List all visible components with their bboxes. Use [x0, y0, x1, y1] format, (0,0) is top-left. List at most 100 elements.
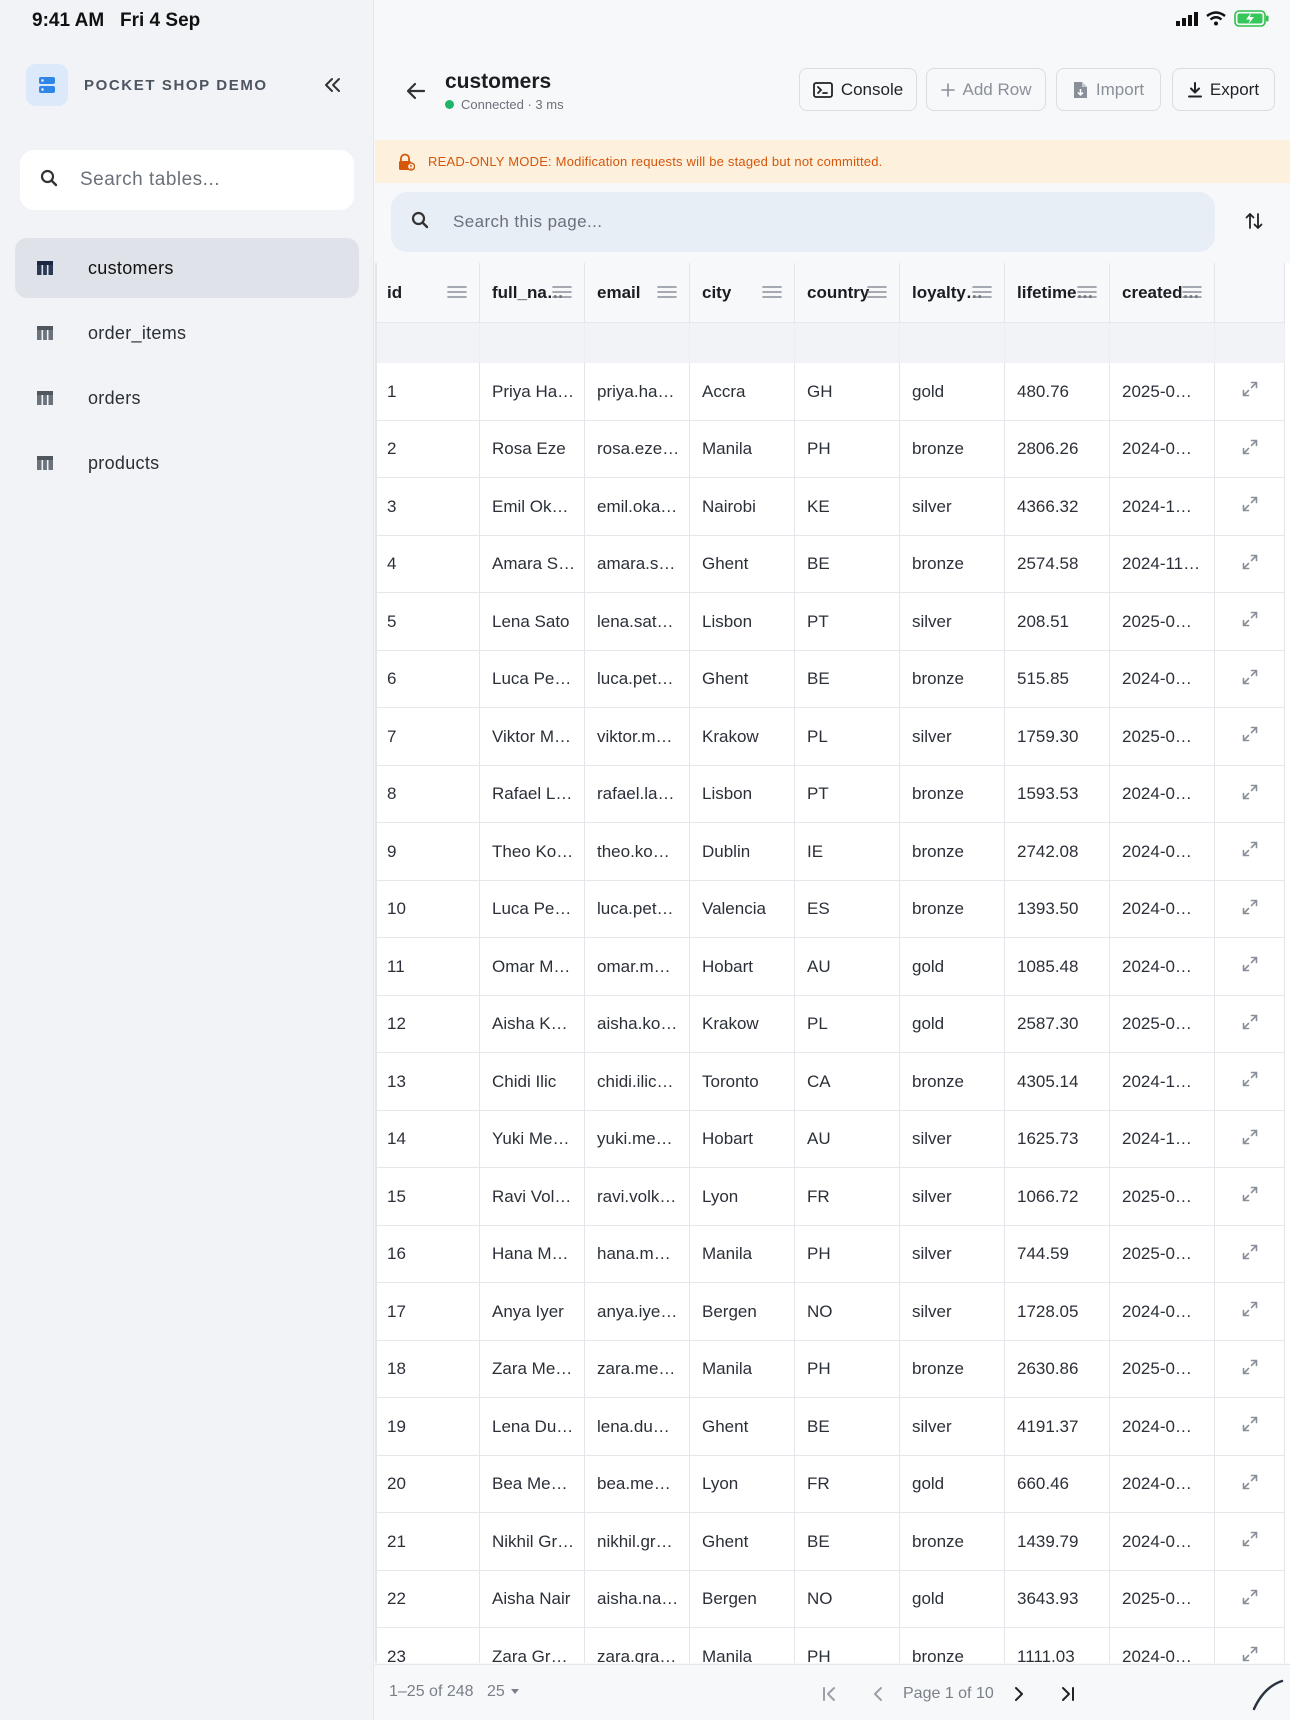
expand-row-button[interactable]	[1215, 1110, 1285, 1168]
table-cell[interactable]: Lisbon	[690, 593, 795, 651]
table-cell[interactable]: lena.du…	[585, 1398, 690, 1456]
table-cell[interactable]: 2024-0…	[1110, 880, 1215, 938]
table-cell[interactable]: omar.m…	[585, 938, 690, 996]
expand-row-button[interactable]	[1215, 1628, 1285, 1663]
table-cell[interactable]: 2024-0…	[1110, 420, 1215, 478]
table-cell[interactable]: luca.pet…	[585, 880, 690, 938]
table-cell[interactable]: GH	[795, 363, 900, 421]
column-header[interactable]: email	[585, 263, 690, 323]
filter-cell[interactable]	[375, 323, 480, 363]
table-cell[interactable]: hana.m…	[585, 1225, 690, 1283]
table-cell[interactable]: silver	[900, 478, 1005, 536]
table-row[interactable]: 8 Rafael L… rafael.la… Lisbon PT bronze 1593.5…	[375, 765, 1285, 823]
table-cell[interactable]: theo.ko…	[585, 823, 690, 881]
resize-handle[interactable]	[1250, 1677, 1284, 1716]
table-cell[interactable]: Ghent	[690, 1513, 795, 1571]
table-cell[interactable]: 1	[375, 363, 480, 421]
table-cell[interactable]: Hana Me…	[480, 1225, 585, 1283]
back-button[interactable]	[401, 76, 431, 106]
column-header[interactable]: lifetime…	[1005, 263, 1110, 323]
table-cell[interactable]: BE	[795, 535, 900, 593]
table-cell[interactable]: nikhil.gr…	[585, 1513, 690, 1571]
table-cell[interactable]: 4191.37	[1005, 1398, 1110, 1456]
expand-row-button[interactable]	[1215, 420, 1285, 478]
column-menu-icon[interactable]	[552, 284, 572, 304]
column-menu-icon[interactable]	[1182, 284, 1202, 304]
table-cell[interactable]: 2806.26	[1005, 420, 1110, 478]
table-cell[interactable]: 1625.73	[1005, 1110, 1110, 1168]
expand-row-button[interactable]	[1215, 995, 1285, 1053]
sidebar-item-orders[interactable]: orders	[15, 368, 359, 428]
table-cell[interactable]: 4366.32	[1005, 478, 1110, 536]
expand-row-button[interactable]	[1215, 593, 1285, 651]
table-cell[interactable]: gold	[900, 938, 1005, 996]
expand-row-button[interactable]	[1215, 938, 1285, 996]
table-cell[interactable]: NO	[795, 1283, 900, 1341]
table-cell[interactable]: 2587.30	[1005, 995, 1110, 1053]
table-cell[interactable]: bronze	[900, 1053, 1005, 1111]
table-cell[interactable]: 515.85	[1005, 650, 1110, 708]
add-row-button[interactable]: Add Row	[926, 68, 1046, 111]
table-cell[interactable]: 2025-0…	[1110, 1168, 1215, 1226]
table-cell[interactable]: Luca Pet…	[480, 880, 585, 938]
table-cell[interactable]: 6	[375, 650, 480, 708]
expand-row-button[interactable]	[1215, 880, 1285, 938]
table-row[interactable]: 19 Lena Du… lena.du… Ghent BE silver 4191.37 20…	[375, 1398, 1285, 1456]
table-cell[interactable]: 2574.58	[1005, 535, 1110, 593]
table-cell[interactable]: 2024-0…	[1110, 650, 1215, 708]
table-cell[interactable]: 2025-0…	[1110, 708, 1215, 766]
table-cell[interactable]: chidi.ilic…	[585, 1053, 690, 1111]
table-cell[interactable]: lena.sat…	[585, 593, 690, 651]
table-cell[interactable]: Krakow	[690, 995, 795, 1053]
table-cell[interactable]: Bea Men…	[480, 1455, 585, 1513]
table-cell[interactable]: bronze	[900, 1513, 1005, 1571]
export-button[interactable]: Export	[1172, 68, 1275, 111]
table-cell[interactable]: 9	[375, 823, 480, 881]
table-cell[interactable]: bronze	[900, 1628, 1005, 1663]
filter-cell[interactable]	[795, 323, 900, 363]
table-cell[interactable]: Emil Ok…	[480, 478, 585, 536]
filter-cell[interactable]	[480, 323, 585, 363]
sidebar-item-products[interactable]: products	[15, 433, 359, 493]
table-cell[interactable]: Lena Du…	[480, 1398, 585, 1456]
table-cell[interactable]: Rafael L…	[480, 765, 585, 823]
table-cell[interactable]: silver	[900, 1225, 1005, 1283]
first-page-button[interactable]	[815, 1679, 845, 1709]
table-cell[interactable]: Chidi Ilic	[480, 1053, 585, 1111]
table-cell[interactable]: bronze	[900, 420, 1005, 478]
expand-row-button[interactable]	[1215, 1053, 1285, 1111]
table-row[interactable]: 22 Aisha Nair aisha.na… Bergen NO gold 3643.93…	[375, 1570, 1285, 1628]
table-cell[interactable]: 208.51	[1005, 593, 1110, 651]
table-cell[interactable]: FR	[795, 1168, 900, 1226]
table-cell[interactable]: 2025-0…	[1110, 593, 1215, 651]
filter-cell[interactable]	[690, 323, 795, 363]
table-cell[interactable]: Theo Ko…	[480, 823, 585, 881]
table-row[interactable]: 5 Lena Sato lena.sat… Lisbon PT silver 208.51 2…	[375, 593, 1285, 651]
table-cell[interactable]: NO	[795, 1570, 900, 1628]
table-cell[interactable]: 21	[375, 1513, 480, 1571]
table-cell[interactable]: luca.pet…	[585, 650, 690, 708]
table-cell[interactable]: Ghent	[690, 650, 795, 708]
expand-row-button[interactable]	[1215, 708, 1285, 766]
table-cell[interactable]: rafael.la…	[585, 765, 690, 823]
page-size-select[interactable]: 25	[487, 1683, 519, 1701]
table-cell[interactable]: 1439.79	[1005, 1513, 1110, 1571]
table-row[interactable]: 10 Luca Pet… luca.pet… Valencia ES bronze 1393…	[375, 880, 1285, 938]
table-cell[interactable]: 2630.86	[1005, 1340, 1110, 1398]
sidebar-item-customers[interactable]: customers	[15, 238, 359, 298]
table-cell[interactable]: Manila	[690, 420, 795, 478]
table-cell[interactable]: aisha.ko…	[585, 995, 690, 1053]
column-header[interactable]: full_na…	[480, 263, 585, 323]
table-cell[interactable]: CA	[795, 1053, 900, 1111]
table-cell[interactable]: silver	[900, 593, 1005, 651]
table-row[interactable]: 21 Nikhil Gr… nikhil.gr… Ghent BE bronze 1439.…	[375, 1513, 1285, 1571]
table-cell[interactable]: 4	[375, 535, 480, 593]
table-cell[interactable]: 2	[375, 420, 480, 478]
column-menu-icon[interactable]	[657, 284, 677, 304]
next-page-button[interactable]	[1004, 1679, 1034, 1709]
table-cell[interactable]: Ghent	[690, 535, 795, 593]
table-row[interactable]: 15 Ravi Vol… ravi.volk… Lyon FR silver 1066.72…	[375, 1168, 1285, 1226]
expand-row-button[interactable]	[1215, 363, 1285, 421]
table-cell[interactable]: silver	[900, 1398, 1005, 1456]
table-cell[interactable]: 1759.30	[1005, 708, 1110, 766]
